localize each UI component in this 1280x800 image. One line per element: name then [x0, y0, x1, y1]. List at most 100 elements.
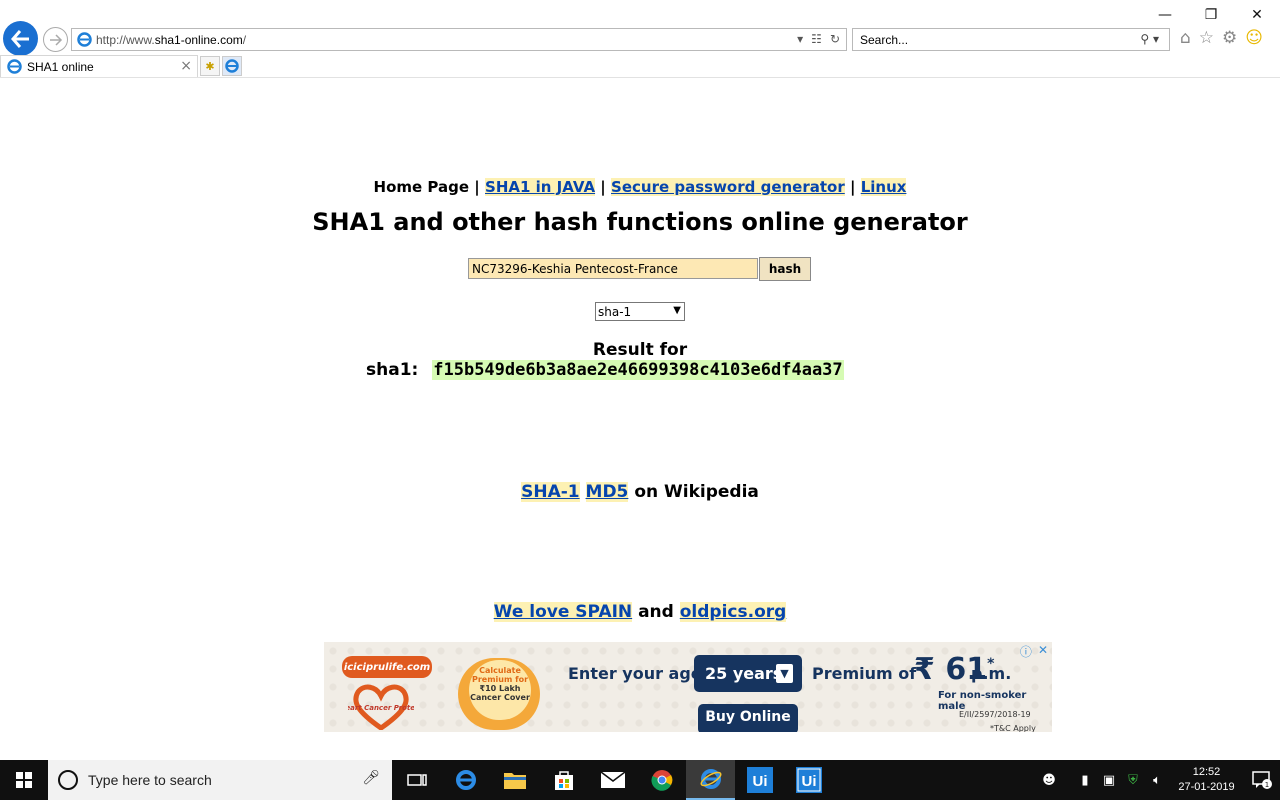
link-love-spain[interactable]: We love SPAIN: [493, 602, 633, 622]
url-suffix: /: [242, 33, 247, 47]
taskbar: Type here to search 🎤︎ Ui Ui ☻ ▮ ▣ ⛨ 🔈︎ …: [0, 760, 1280, 800]
badge-mid: ₹10 Lakh: [479, 684, 521, 693]
ad-code: E/II/2597/2018-19: [959, 710, 1031, 719]
window-controls: — ❐ ✕: [1142, 4, 1280, 26]
link-oldpics[interactable]: oldpics.org: [679, 602, 787, 622]
hash-button[interactable]: hash: [759, 257, 811, 281]
store-icon[interactable]: [539, 760, 588, 800]
security-shield-icon[interactable]: ⛨: [1121, 773, 1145, 788]
forward-button[interactable]: [43, 27, 68, 52]
ad-controls: ⓘ ✕: [1020, 643, 1048, 660]
svg-text:Ui: Ui: [801, 773, 816, 790]
ad-info-icon[interactable]: ⓘ: [1020, 643, 1032, 660]
link-wiki-sha1[interactable]: SHA-1: [521, 482, 580, 502]
task-view-icon[interactable]: [392, 760, 441, 800]
search-placeholder: Search...: [860, 33, 909, 47]
forward-arrow-icon: [49, 33, 62, 46]
nav-separator: |: [474, 178, 480, 196]
browser-chrome: — ❐ ✕ http://www.sha1-online.com/ ▾ ☷ ↻ …: [0, 0, 1280, 78]
hash-input[interactable]: [468, 258, 758, 279]
chevron-down-icon: ▼: [776, 664, 793, 683]
mail-icon[interactable]: [588, 760, 637, 800]
clock-time: 12:52: [1192, 766, 1221, 778]
result-algo: sha1:: [366, 360, 419, 380]
battery-icon[interactable]: ▮: [1073, 773, 1097, 788]
wiki-suffix: on Wikipedia: [634, 482, 759, 502]
taskbar-apps: Ui Ui: [392, 760, 833, 800]
minimize-icon[interactable]: —: [1142, 4, 1188, 26]
link-password-generator[interactable]: Secure password generator: [611, 178, 845, 196]
taskbar-search[interactable]: Type here to search 🎤︎: [48, 760, 392, 800]
restore-icon[interactable]: ❐: [1188, 4, 1234, 26]
result-label: Result for: [592, 340, 688, 360]
age-value: 25 years: [705, 664, 783, 683]
search-icon[interactable]: ⚲ ▾: [1140, 32, 1159, 46]
ad-age-select[interactable]: 25 years ▼: [694, 655, 802, 692]
home-icon[interactable]: ⌂: [1180, 28, 1191, 48]
people-icon[interactable]: ☻: [1037, 773, 1061, 788]
open-edge-button[interactable]: [222, 56, 242, 76]
page-content: Home Page | SHA1 in JAVA | Secure passwo…: [0, 78, 1280, 760]
heart-ribbon-icon: Heart Cancer Protect: [348, 684, 414, 730]
chevron-down-icon: ▼: [673, 305, 681, 316]
back-arrow-icon: [10, 29, 29, 48]
footer-and: and: [638, 602, 674, 622]
tab-close-icon[interactable]: ×: [180, 58, 192, 74]
settings-gear-icon[interactable]: ⚙: [1222, 28, 1237, 48]
link-sha1-java[interactable]: SHA1 in JAVA: [485, 178, 596, 196]
nav-separator: |: [849, 178, 856, 196]
ad-enter-age: Enter your age: [568, 664, 702, 683]
browser-search-box[interactable]: Search... ⚲ ▾: [852, 28, 1170, 51]
ad-banner[interactable]: iciciprulife.com Heart Cancer Protect Ca…: [324, 642, 1052, 732]
refresh-icon[interactable]: ↻: [830, 32, 840, 46]
windows-logo-icon: [16, 772, 32, 788]
hash-form: hash: [468, 257, 811, 281]
wikipedia-links: SHA-1 MD5 on Wikipedia: [0, 482, 1280, 502]
notification-count: 1: [1265, 781, 1269, 789]
footer-links: We love SPAIN and oldpics.org: [0, 602, 1280, 622]
action-center-icon[interactable]: 1: [1244, 771, 1280, 789]
home-page-label: Home Page: [373, 178, 470, 196]
heart-text: Heart Cancer Protect: [348, 704, 414, 712]
volume-icon[interactable]: 🔈︎: [1145, 773, 1169, 788]
cortana-icon: [58, 770, 78, 790]
ie-icon: [77, 32, 92, 51]
microphone-icon[interactable]: 🎤︎: [362, 770, 380, 786]
ad-close-icon[interactable]: ✕: [1038, 643, 1048, 660]
tab-sha1-online[interactable]: SHA1 online ×: [0, 55, 198, 78]
ad-buy-online-button[interactable]: Buy Online: [698, 704, 798, 732]
edge-app-icon[interactable]: [441, 760, 490, 800]
top-nav: Home Page | SHA1 in JAVA | Secure passwo…: [0, 178, 1280, 196]
algorithm-select[interactable]: sha-1 ▼: [595, 302, 685, 321]
ad-smoker: For non-smoker male: [938, 690, 1027, 712]
url-domain: sha1-online.com: [154, 33, 243, 47]
favorites-star-icon[interactable]: ☆: [1199, 28, 1214, 48]
uipath-icon-1[interactable]: Ui: [735, 760, 784, 800]
start-button[interactable]: [0, 760, 48, 800]
tab-title: SHA1 online: [27, 60, 94, 74]
toolbar-icons: ⌂ ☆ ⚙ ☺: [1180, 28, 1263, 48]
system-tray: ☻ ▮ ▣ ⛨ 🔈︎ 12:52 27-01-2019 1: [1037, 760, 1280, 800]
url-text[interactable]: http://www.sha1-online.com/: [96, 33, 246, 47]
ad-badge: Calculate Premium for ₹10 Lakh Cancer Co…: [469, 660, 531, 720]
file-explorer-icon[interactable]: [490, 760, 539, 800]
back-button[interactable]: [3, 21, 38, 56]
internet-explorer-icon[interactable]: [686, 760, 735, 800]
dropdown-icon[interactable]: ▾: [797, 32, 803, 46]
new-tab-button[interactable]: ✱: [200, 56, 220, 76]
chrome-icon[interactable]: [637, 760, 686, 800]
taskbar-search-placeholder: Type here to search: [88, 772, 212, 788]
address-bar[interactable]: http://www.sha1-online.com/ ▾ ☷ ↻: [71, 28, 847, 51]
page-title: SHA1 and other hash functions online gen…: [312, 208, 968, 236]
compat-view-icon[interactable]: ☷: [811, 32, 822, 46]
ad-brand: iciciprulife.com: [342, 656, 432, 678]
clock[interactable]: 12:52 27-01-2019: [1169, 765, 1244, 795]
link-linux[interactable]: Linux: [860, 178, 907, 196]
close-window-icon[interactable]: ✕: [1234, 4, 1280, 26]
nav-separator: |: [600, 178, 606, 196]
feedback-smiley-icon[interactable]: ☺: [1245, 28, 1263, 48]
network-icon[interactable]: ▣: [1097, 773, 1121, 788]
link-wiki-md5[interactable]: MD5: [585, 482, 629, 502]
result-hash: f15b549de6b3a8ae2e46699398c4103e6df4aa37: [432, 360, 844, 380]
uipath-icon-2[interactable]: Ui: [784, 760, 833, 800]
